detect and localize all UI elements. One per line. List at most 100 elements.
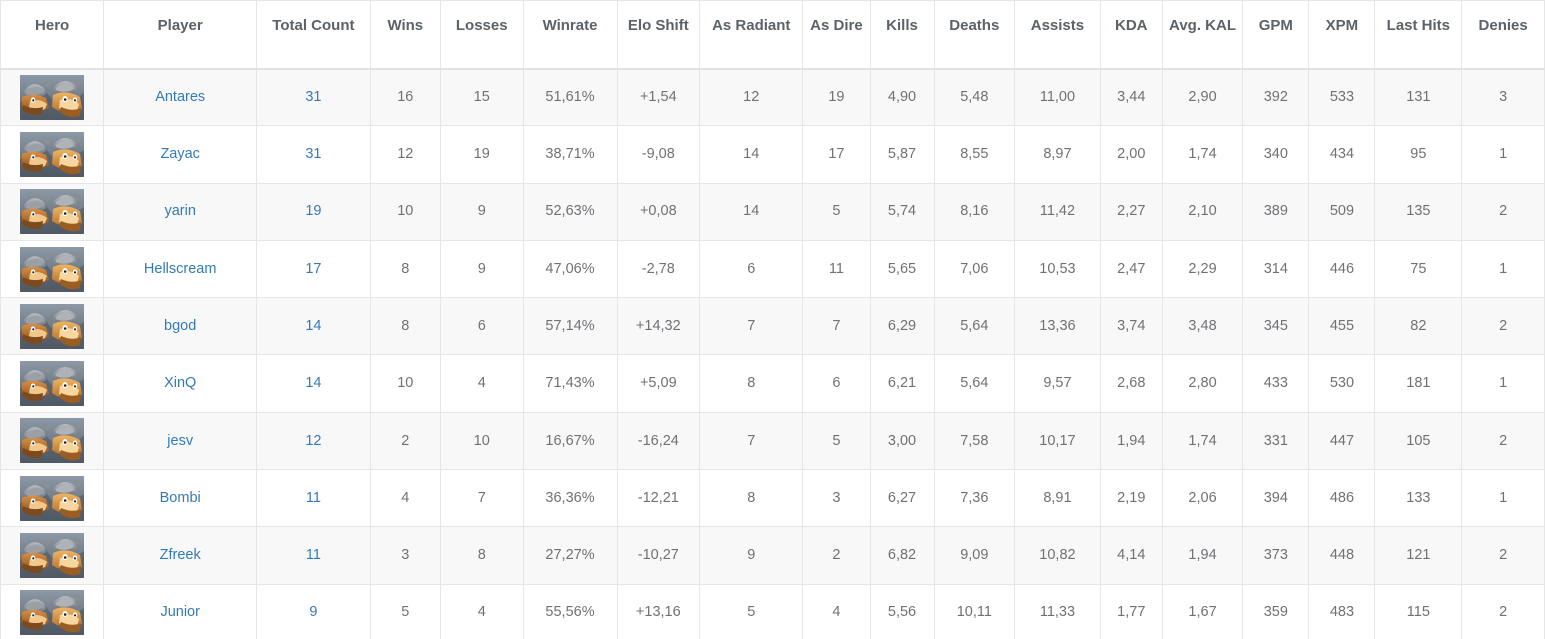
hero-cell [0, 182, 105, 241]
cell-elo: +14,32 [616, 297, 701, 356]
table-row[interactable]: Zfreek 11 3 8 27,27% -10,27 9 2 6,82 9,09 10,82 4,1… [0, 526, 1545, 585]
cell-gpm: 392 [1242, 67, 1310, 127]
cell-gpm: 389 [1242, 182, 1310, 241]
cell-radiant: 12 [699, 67, 804, 127]
cell-assists: 11,42 [1014, 182, 1101, 241]
column-header-avgkal[interactable]: Avg. KAL [1161, 0, 1244, 70]
column-header-winrate[interactable]: Winrate [522, 0, 618, 70]
column-header-elo[interactable]: Elo Shift [616, 0, 701, 70]
column-header-deaths[interactable]: Deaths [933, 0, 1016, 70]
table-row[interactable]: Junior 9 5 4 55,56% +13,16 5 4 5,56 10,11 11,33 1,7… [0, 583, 1545, 639]
meepo-hero-portrait[interactable] [20, 590, 85, 636]
cell-kills: 5,65 [869, 239, 935, 299]
cell-wins: 3 [369, 526, 441, 585]
cell-xpm: 455 [1308, 297, 1376, 356]
total-count-link[interactable]: 11 [306, 547, 321, 563]
cell-lasthits: 131 [1374, 67, 1463, 127]
player-link[interactable]: XinQ [164, 375, 196, 391]
table-row[interactable]: yarin 19 10 9 52,63% +0,08 14 5 5,74 8,16 11,42 2,2… [0, 182, 1545, 241]
cell-dire: 7 [802, 297, 871, 356]
total-count-link[interactable]: 14 [305, 318, 321, 334]
column-header-assists[interactable]: Assists [1014, 0, 1101, 70]
total-count-link[interactable]: 31 [305, 89, 321, 105]
meepo-hero-portrait[interactable] [20, 533, 85, 579]
cell-elo: -16,24 [616, 411, 701, 471]
player-link[interactable]: Zfreek [160, 547, 201, 563]
cell-player: bgod [103, 297, 258, 356]
cell-kills: 5,74 [869, 182, 935, 241]
hero-cell [0, 125, 105, 184]
cell-deaths: 10,11 [933, 583, 1016, 639]
hero-cell [0, 354, 105, 413]
column-header-gpm[interactable]: GPM [1242, 0, 1310, 70]
total-count-link[interactable]: 12 [305, 433, 321, 449]
cell-winrate: 71,43% [522, 354, 618, 413]
cell-winrate: 38,71% [522, 125, 618, 184]
column-header-kda[interactable]: KDA [1099, 0, 1163, 70]
player-link[interactable]: yarin [164, 203, 195, 219]
cell-xpm: 530 [1308, 354, 1376, 413]
cell-assists: 8,91 [1014, 469, 1101, 528]
meepo-hero-portrait[interactable] [20, 361, 85, 407]
meepo-hero-portrait[interactable] [20, 303, 85, 349]
cell-wins: 5 [369, 583, 441, 639]
cell-denies: 1 [1461, 125, 1545, 184]
cell-lasthits: 121 [1374, 526, 1463, 585]
cell-elo: -12,21 [616, 469, 701, 528]
player-link[interactable]: Junior [160, 604, 200, 620]
cell-assists: 8,97 [1014, 125, 1101, 184]
total-count-link[interactable]: 19 [305, 203, 321, 219]
meepo-hero-portrait[interactable] [20, 74, 85, 120]
cell-radiant: 8 [699, 469, 804, 528]
column-header-lasthits[interactable]: Last Hits [1374, 0, 1463, 70]
cell-avgkal: 3,48 [1161, 297, 1244, 356]
player-link[interactable]: jesv [167, 433, 193, 449]
table-row[interactable]: jesv 12 2 10 16,67% -16,24 7 5 3,00 7,58 10,17 1,94… [0, 411, 1545, 471]
hero-cell [0, 526, 105, 585]
meepo-hero-portrait[interactable] [20, 131, 85, 177]
cell-elo: +13,16 [616, 583, 701, 639]
column-header-player[interactable]: Player [103, 0, 258, 70]
cell-avgkal: 2,10 [1161, 182, 1244, 241]
column-header-radiant[interactable]: As Radiant [699, 0, 804, 70]
table-row[interactable]: bgod 14 8 6 57,14% +14,32 7 7 6,29 5,64 13,36 3,74 3… [0, 297, 1545, 356]
column-header-denies[interactable]: Denies [1461, 0, 1545, 70]
cell-total: 9 [256, 583, 371, 639]
cell-wins: 8 [369, 297, 441, 356]
cell-gpm: 394 [1242, 469, 1310, 528]
cell-dire: 3 [802, 469, 871, 528]
table-row[interactable]: Antares 31 16 15 51,61% +1,54 12 19 4,90 5,48 11,0… [0, 67, 1545, 127]
total-count-link[interactable]: 31 [305, 146, 321, 162]
meepo-hero-portrait[interactable] [20, 418, 85, 464]
cell-losses: 19 [439, 125, 524, 184]
cell-elo: +1,54 [616, 67, 701, 127]
player-link[interactable]: Antares [155, 89, 205, 105]
cell-kda: 3,74 [1099, 297, 1163, 356]
total-count-link[interactable]: 11 [306, 490, 321, 506]
player-link[interactable]: bgod [164, 318, 196, 334]
total-count-link[interactable]: 9 [309, 604, 317, 620]
cell-dire: 5 [802, 182, 871, 241]
column-header-dire[interactable]: As Dire [802, 0, 871, 70]
table-body: Antares 31 16 15 51,61% +1,54 12 19 4,90 5,48 11,0… [0, 67, 1545, 639]
total-count-link[interactable]: 14 [305, 375, 321, 391]
total-count-link[interactable]: 17 [305, 261, 321, 277]
column-header-losses[interactable]: Losses [439, 0, 524, 70]
table-row[interactable]: Zayac 31 12 19 38,71% -9,08 14 17 5,87 8,55 8,97 2,… [0, 125, 1545, 184]
meepo-hero-portrait[interactable] [20, 246, 85, 292]
table-row[interactable]: Bombi 11 4 7 36,36% -12,21 8 3 6,27 7,36 8,91 2,19 2… [0, 469, 1545, 528]
player-link[interactable]: Hellscream [144, 261, 217, 277]
column-header-total[interactable]: Total Count [256, 0, 371, 70]
column-header-kills[interactable]: Kills [869, 0, 935, 70]
table-row[interactable]: Hellscream 17 8 9 47,06% -2,78 6 11 5,65 7,06 10,5… [0, 239, 1545, 299]
table-row[interactable]: XinQ 14 10 4 71,43% +5,09 8 6 6,21 5,64 9,57 2,68 2,… [0, 354, 1545, 413]
column-header-wins[interactable]: Wins [369, 0, 441, 70]
meepo-hero-portrait[interactable] [20, 189, 85, 235]
cell-gpm: 359 [1242, 583, 1310, 639]
player-link[interactable]: Zayac [160, 146, 200, 162]
meepo-hero-portrait[interactable] [20, 475, 85, 521]
cell-assists: 10,53 [1014, 239, 1101, 299]
column-header-hero[interactable]: Hero [0, 0, 105, 70]
column-header-xpm[interactable]: XPM [1308, 0, 1376, 70]
player-link[interactable]: Bombi [160, 490, 201, 506]
